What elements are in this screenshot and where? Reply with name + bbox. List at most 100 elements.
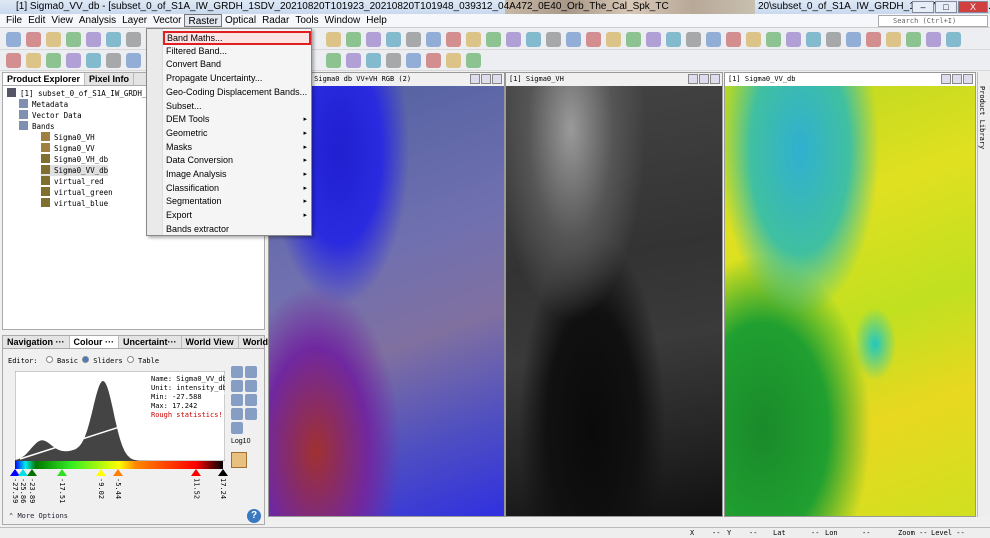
- toolbar-tool-icon[interactable]: [706, 32, 721, 47]
- toolbar-tool-icon[interactable]: [866, 32, 881, 47]
- toolbar-tool-icon[interactable]: [406, 32, 421, 47]
- help-icon[interactable]: ?: [247, 509, 261, 523]
- colour-slider-handle[interactable]: [217, 469, 228, 476]
- zoom-out-icon[interactable]: [231, 422, 243, 434]
- menu-item-dem-tools[interactable]: DEM Tools ▸: [166, 113, 310, 126]
- tab-navigation[interactable]: Navigation ···: [3, 336, 70, 348]
- toolbar-tool-icon[interactable]: [526, 32, 541, 47]
- toolbar-tool-icon[interactable]: [746, 32, 761, 47]
- search-input[interactable]: Search (Ctrl+I): [878, 15, 988, 27]
- zoom-in-icon[interactable]: [245, 408, 257, 420]
- tree-folder-metadata[interactable]: Metadata: [19, 99, 68, 110]
- zoom-h-icon[interactable]: [231, 408, 243, 420]
- toolbar-tool-icon[interactable]: [46, 32, 61, 47]
- toolbar-tool-icon[interactable]: [786, 32, 801, 47]
- menu-item-geometric[interactable]: Geometric ▸: [166, 127, 310, 140]
- menu-edit[interactable]: Edit: [25, 14, 48, 27]
- toolbar-tool-icon[interactable]: [126, 32, 141, 47]
- mode-radio-sliders[interactable]: Sliders: [82, 356, 123, 365]
- menu-optical[interactable]: Optical: [222, 14, 259, 27]
- toolbar-tool-icon[interactable]: [106, 53, 121, 68]
- toolbar-tool-icon[interactable]: [546, 32, 561, 47]
- toolbar-tool-icon[interactable]: [46, 53, 61, 68]
- menu-layer[interactable]: Layer: [119, 14, 150, 27]
- toolbar-tool-icon[interactable]: [446, 53, 461, 68]
- toolbar-tool-icon[interactable]: [606, 32, 621, 47]
- toolbar-tool-icon[interactable]: [906, 32, 921, 47]
- toolbar-tool-icon[interactable]: [926, 32, 941, 47]
- menu-help[interactable]: Help: [363, 14, 390, 27]
- import-icon[interactable]: [245, 366, 257, 378]
- menu-item-segmentation[interactable]: Segmentation ▸: [166, 195, 310, 208]
- tab-product-explorer[interactable]: Product Explorer: [3, 73, 86, 85]
- toolbar-tool-icon[interactable]: [626, 32, 641, 47]
- menu-item-image-analysis[interactable]: Image Analysis ▸: [166, 168, 310, 181]
- tree-band-item[interactable]: Sigma0_VV_db: [41, 165, 109, 176]
- toolbar-tool-icon[interactable]: [346, 32, 361, 47]
- zoom-95-icon[interactable]: [245, 380, 257, 392]
- toolbar-tool-icon[interactable]: [6, 53, 21, 68]
- toolbar-tool-icon[interactable]: [406, 53, 421, 68]
- tree-band-item[interactable]: virtual_red: [41, 176, 104, 187]
- mode-radio-basic[interactable]: Basic: [45, 356, 78, 365]
- toolbar-tool-icon[interactable]: [106, 32, 121, 47]
- toolbar-tool-icon[interactable]: [6, 32, 21, 47]
- tab-pixel-info[interactable]: Pixel Info: [85, 73, 135, 85]
- menu-item-subset[interactable]: Subset...: [166, 100, 310, 113]
- toolbar-tool-icon[interactable]: [826, 32, 841, 47]
- menu-item-export[interactable]: Export ▸: [166, 209, 310, 222]
- toolbar-tool-icon[interactable]: [806, 32, 821, 47]
- toolbar-tool-icon[interactable]: [326, 32, 341, 47]
- toolbar-tool-icon[interactable]: [366, 32, 381, 47]
- toolbar-tool-icon[interactable]: [26, 53, 41, 68]
- image-sigma0-vh[interactable]: [506, 86, 722, 516]
- product-library-side-tab[interactable]: Product Library: [977, 72, 990, 517]
- menu-item-masks[interactable]: Masks ▸: [166, 141, 310, 154]
- toolbar-tool-icon[interactable]: [326, 53, 341, 68]
- more-options-toggle[interactable]: ⌃ More Options: [9, 512, 68, 520]
- view-title[interactable]: [1] Sigma0_VV_db: [728, 75, 795, 83]
- toolbar-tool-icon[interactable]: [646, 32, 661, 47]
- menu-tools[interactable]: Tools: [292, 14, 321, 27]
- toolbar-tool-icon[interactable]: [66, 53, 81, 68]
- menu-item-filtered-band[interactable]: Filtered Band...: [166, 45, 310, 58]
- tab-uncertainty[interactable]: Uncertaint···: [119, 336, 182, 348]
- toolbar-tool-icon[interactable]: [126, 53, 141, 68]
- colour-slider-handle[interactable]: [27, 469, 38, 476]
- menu-item-convert-band[interactable]: Convert Band: [166, 58, 310, 71]
- toolbar-tool-icon[interactable]: [886, 32, 901, 47]
- toolbar-tool-icon[interactable]: [666, 32, 681, 47]
- close-button[interactable]: X: [958, 1, 988, 13]
- toolbar-tool-icon[interactable]: [586, 32, 601, 47]
- toolbar-tool-icon[interactable]: [26, 32, 41, 47]
- toolbar-tool-icon[interactable]: [346, 53, 361, 68]
- tree-band-item[interactable]: Sigma0_VH_db: [41, 154, 108, 165]
- toolbar-tool-icon[interactable]: [366, 53, 381, 68]
- colour-slider-handle[interactable]: [56, 469, 67, 476]
- maximize-button[interactable]: □: [935, 1, 957, 13]
- menu-analysis[interactable]: Analysis: [76, 14, 119, 27]
- toolbar-tool-icon[interactable]: [86, 32, 101, 47]
- tree-folder-vector-data[interactable]: Vector Data: [19, 110, 82, 121]
- menu-item-classification[interactable]: Classification ▸: [166, 182, 310, 195]
- more-colour-icon[interactable]: [231, 452, 247, 468]
- toolbar-tool-icon[interactable]: [466, 32, 481, 47]
- mode-radio-table[interactable]: Table: [126, 356, 159, 365]
- menu-raster[interactable]: Raster: [184, 14, 222, 27]
- export-icon[interactable]: [231, 380, 243, 392]
- colour-slider-handle[interactable]: [191, 469, 202, 476]
- toolbar-tool-icon[interactable]: [426, 32, 441, 47]
- toolbar-tool-icon[interactable]: [566, 32, 581, 47]
- tree-product[interactable]: [1] subset_0_of_S1A_IW_GRDH_1SDV: [7, 88, 165, 99]
- log10-toggle[interactable]: Log10: [231, 438, 250, 445]
- menu-item-band-maths[interactable]: Band Maths...: [163, 31, 311, 45]
- menu-item-propagate-uncertainty[interactable]: Propagate Uncertainty...: [166, 72, 310, 85]
- toolbar-tool-icon[interactable]: [386, 32, 401, 47]
- toolbar-tool-icon[interactable]: [506, 32, 521, 47]
- toolbar-tool-icon[interactable]: [446, 32, 461, 47]
- toolbar-tool-icon[interactable]: [66, 32, 81, 47]
- zoom-v-icon[interactable]: [245, 394, 257, 406]
- minimize-button[interactable]: –: [912, 1, 934, 13]
- zoom-100-icon[interactable]: [231, 394, 243, 406]
- menu-vector[interactable]: Vector: [150, 14, 184, 27]
